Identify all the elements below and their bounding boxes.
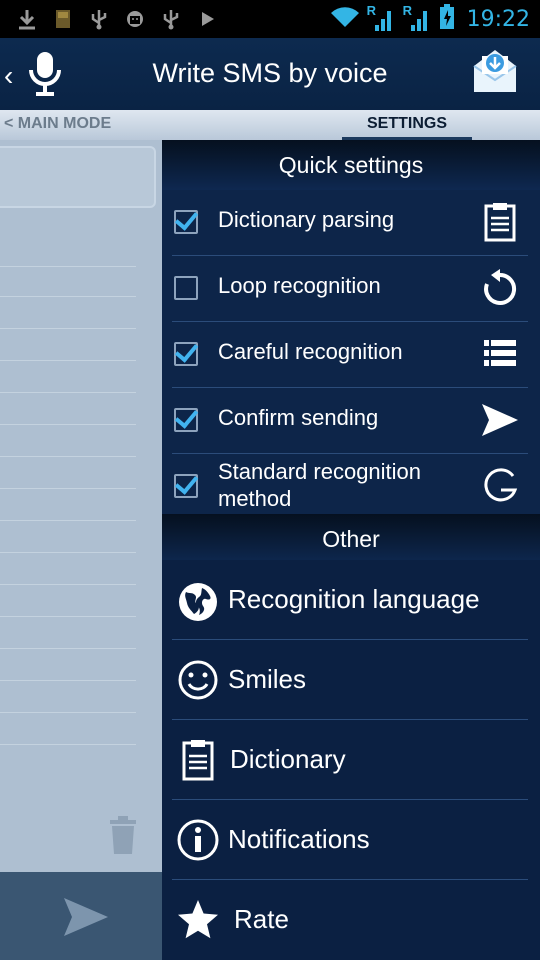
setting-label: Confirm sending	[218, 405, 379, 430]
main-content-dimmed	[0, 140, 162, 872]
tab-main-mode[interactable]: < MAIN MODE	[4, 115, 111, 133]
quick-setting-dictionary-parsing[interactable]: Dictionary parsing	[162, 190, 540, 256]
setting-label: Standard recognition method	[218, 459, 422, 511]
menu-item-label: Recognition language	[228, 584, 480, 614]
status-bar: R R 19:22	[0, 0, 540, 38]
trash-icon[interactable]	[108, 816, 138, 856]
menu-item-label: Notifications	[228, 824, 370, 854]
send-icon[interactable]	[62, 896, 110, 938]
checkbox[interactable]	[174, 210, 198, 234]
usb-icon	[160, 8, 182, 30]
settings-drawer: Quick settings Dictionary parsing Loop r…	[162, 140, 540, 960]
clipboard-icon	[480, 202, 520, 242]
menu-item-recognition-language[interactable]: Recognition language	[162, 560, 540, 640]
divider	[0, 520, 136, 521]
divider	[0, 712, 136, 713]
google-g-icon	[480, 466, 520, 506]
divider	[0, 584, 136, 585]
quick-settings-header: Quick settings	[162, 140, 540, 190]
star-icon	[176, 898, 220, 942]
divider	[0, 296, 136, 297]
divider	[0, 552, 136, 553]
divider	[0, 360, 136, 361]
checkbox[interactable]	[174, 342, 198, 366]
menu-item-rate[interactable]: Rate	[162, 880, 540, 960]
setting-label: Careful recognition	[218, 339, 403, 364]
globe-icon	[176, 580, 220, 624]
other-header: Other	[162, 514, 540, 564]
tab-strip: < MAIN MODE SETTINGS	[0, 110, 540, 140]
menu-item-notifications[interactable]: Notifications	[162, 800, 540, 880]
tab-settings[interactable]: SETTINGS	[342, 115, 472, 133]
send-icon	[480, 400, 520, 440]
divider	[0, 616, 136, 617]
divider	[0, 744, 136, 745]
battery-charging-icon	[439, 3, 455, 35]
list-icon	[480, 334, 520, 374]
usb-icon	[88, 8, 110, 30]
message-input[interactable]	[0, 146, 156, 208]
smiley-icon	[176, 658, 220, 702]
menu-item-label: Rate	[234, 904, 289, 934]
action-bar: ‹ Write SMS by voice	[0, 38, 540, 110]
divider	[0, 328, 136, 329]
divider	[0, 488, 136, 489]
wifi-icon	[329, 5, 361, 34]
divider	[0, 424, 136, 425]
clipboard-icon	[176, 738, 220, 782]
menu-item-smiles[interactable]: Smiles	[162, 640, 540, 720]
divider	[0, 680, 136, 681]
divider	[0, 456, 136, 457]
signal-roaming-icon: R	[367, 3, 397, 33]
setting-label: Loop recognition	[218, 273, 381, 298]
signal-roaming-icon: R	[403, 3, 433, 33]
quick-setting-careful-recognition[interactable]: Careful recognition	[162, 322, 540, 388]
send-bar	[0, 872, 162, 960]
quick-setting-loop-recognition[interactable]: Loop recognition	[162, 256, 540, 322]
checkbox[interactable]	[174, 408, 198, 432]
quick-setting-confirm-sending[interactable]: Confirm sending	[162, 388, 540, 454]
menu-item-label: Smiles	[228, 664, 307, 694]
play-icon	[196, 8, 218, 30]
page-title: Write SMS by voice	[152, 58, 388, 88]
clock: 19:22	[466, 6, 530, 32]
refresh-icon	[480, 268, 520, 308]
divider	[0, 392, 136, 393]
menu-item-dictionary[interactable]: Dictionary	[162, 720, 540, 800]
quick-setting-standard-recognition-method[interactable]: Standard recognition method	[162, 454, 540, 518]
menu-item-label: Dictionary	[230, 744, 346, 774]
android-debug-icon	[124, 8, 146, 30]
checkbox[interactable]	[174, 474, 198, 498]
checkbox[interactable]	[174, 276, 198, 300]
sd-card-icon	[52, 8, 74, 30]
setting-label: Dictionary parsing	[218, 207, 395, 232]
divider	[0, 648, 136, 649]
info-icon	[176, 818, 220, 862]
divider	[0, 266, 136, 267]
mail-download-icon[interactable]	[472, 46, 518, 96]
download-icon	[16, 8, 38, 30]
